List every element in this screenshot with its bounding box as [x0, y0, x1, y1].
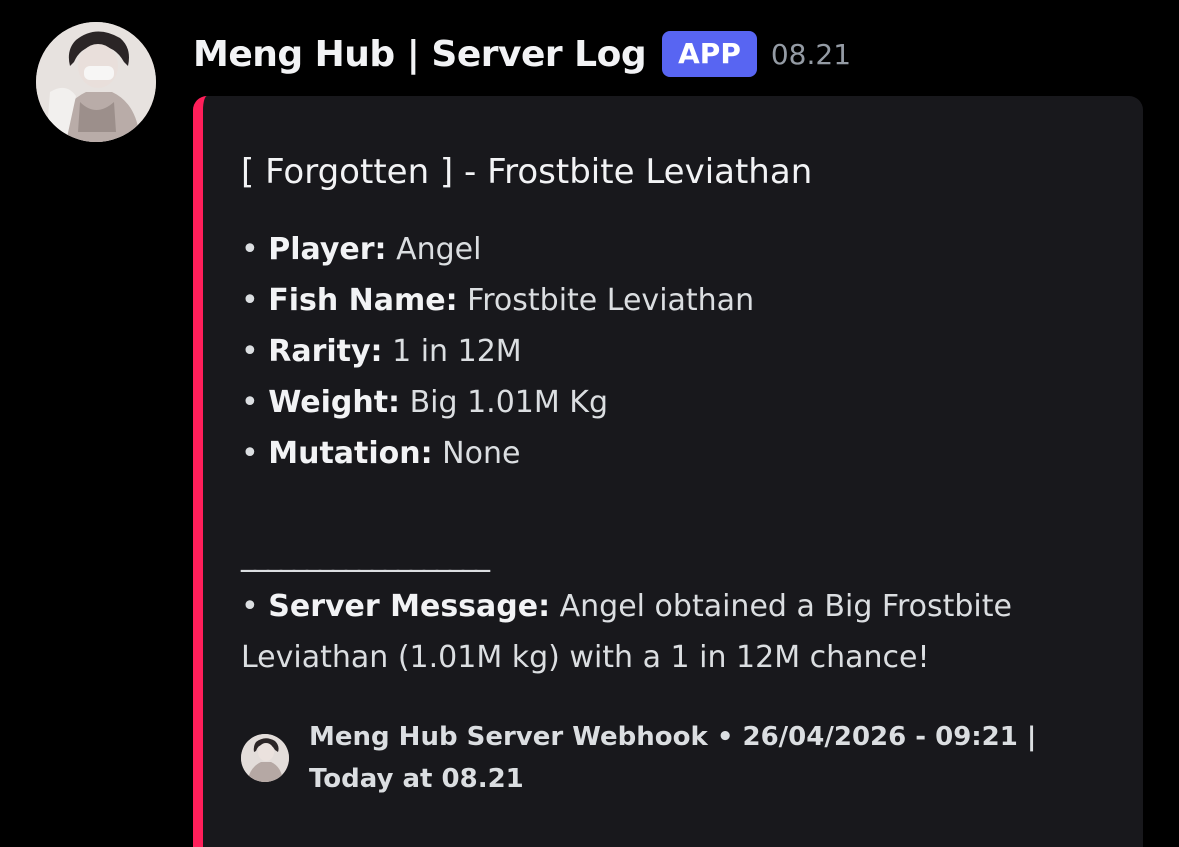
app-badge: APP	[662, 31, 757, 77]
message-timestamp: 08.21	[770, 37, 852, 71]
field-value: Big 1.01M Kg	[400, 385, 609, 420]
author-name[interactable]: Meng Hub | Server Log	[193, 34, 647, 75]
message-header: Meng Hub | Server Log APP 08.21	[193, 24, 851, 84]
webhook-avatar-icon	[241, 734, 289, 782]
field-key: Rarity:	[268, 334, 383, 369]
field-player: • Player: Angel	[241, 224, 1113, 275]
user-avatar-icon[interactable]	[36, 22, 156, 142]
field-key: Mutation:	[268, 436, 433, 471]
bullet: •	[241, 385, 269, 420]
field-value: Angel	[386, 232, 482, 267]
embed-body: [ Forgotten ] - Frostbite Leviathan • Pl…	[241, 148, 1113, 683]
field-value: 1 in 12M	[382, 334, 522, 369]
bullet: •	[241, 436, 269, 471]
server-message: • Server Message: Angel obtained a Big F…	[241, 581, 1113, 683]
divider-line: ___________________	[241, 538, 490, 573]
field-value: None	[432, 436, 521, 471]
embed-card: [ Forgotten ] - Frostbite Leviathan • Pl…	[193, 96, 1143, 847]
field-rarity: • Rarity: 1 in 12M	[241, 326, 1113, 377]
bullet: •	[241, 589, 269, 624]
bullet: •	[241, 232, 269, 267]
embed-title: [ Forgotten ] - Frostbite Leviathan	[241, 152, 813, 192]
field-key: Weight:	[268, 385, 401, 420]
field-key: Fish Name:	[268, 283, 458, 318]
embed-footer: Meng Hub Server Webhook • 26/04/2026 - 0…	[241, 716, 1115, 800]
bullet: •	[241, 283, 269, 318]
bullet: •	[241, 334, 269, 369]
chat-message: Meng Hub | Server Log APP 08.21 [ Forgot…	[0, 0, 1179, 847]
embed-fields: • Player: Angel • Fish Name: Frostbite L…	[241, 224, 1113, 683]
field-key: Player:	[268, 232, 387, 267]
field-mutation: • Mutation: None	[241, 428, 1113, 479]
footer-text: Meng Hub Server Webhook • 26/04/2026 - 0…	[309, 722, 1037, 794]
server-message-key: Server Message:	[268, 589, 551, 624]
field-fish-name: • Fish Name: Frostbite Leviathan	[241, 275, 1113, 326]
field-weight: • Weight: Big 1.01M Kg	[241, 377, 1113, 428]
field-value: Frostbite Leviathan	[457, 283, 755, 318]
